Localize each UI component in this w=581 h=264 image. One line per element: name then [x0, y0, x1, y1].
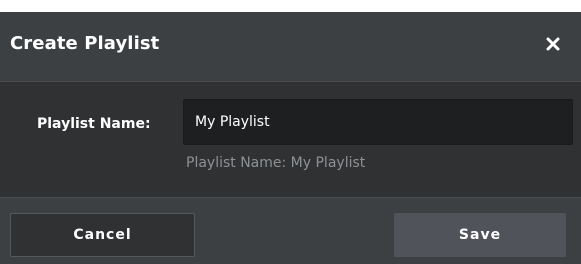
dialog-body: Playlist Name: Playlist Name: My Playlis… [0, 82, 581, 196]
dialog-title: Create Playlist [10, 33, 160, 54]
playlist-name-label: Playlist Name: [37, 116, 151, 132]
playlist-name-hint: Playlist Name: My Playlist [186, 155, 366, 171]
close-button[interactable] [543, 34, 563, 54]
save-button[interactable]: Save [394, 213, 566, 257]
cancel-button[interactable]: Cancel [10, 213, 195, 257]
dialog-header: Create Playlist [0, 12, 581, 82]
page-background-strip [0, 0, 581, 12]
dialog-footer: Cancel Save [0, 197, 581, 264]
create-playlist-dialog: Create Playlist Playlist Name: Playlist … [0, 12, 581, 264]
close-icon [546, 37, 560, 51]
playlist-name-input[interactable] [183, 99, 573, 145]
